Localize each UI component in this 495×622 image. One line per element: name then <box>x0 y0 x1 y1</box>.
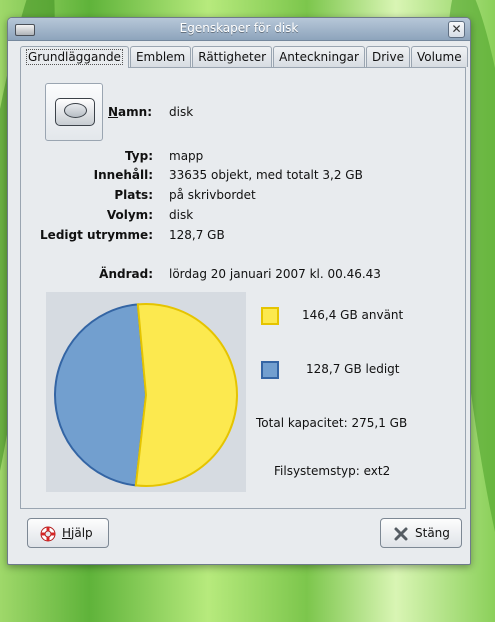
usage-pie-chart <box>54 303 238 487</box>
filesystem-type-text: Filsystemstyp: ext2 <box>274 464 391 478</box>
lifebuoy-icon <box>40 526 56 542</box>
tab-volume[interactable]: Volume <box>410 46 468 67</box>
usage-pie-area <box>46 292 246 492</box>
location-label: Plats: <box>114 188 153 202</box>
close-button-label: Stäng <box>415 526 450 540</box>
used-color-swatch <box>261 307 279 325</box>
basic-panel: Namn: disk Typ: mapp Innehåll: 33635 obj… <box>20 67 466 509</box>
free-legend-text: 128,7 GB ledigt <box>306 362 400 376</box>
contents-label: Innehåll: <box>93 168 153 182</box>
name-value: disk <box>169 105 194 119</box>
volume-value: disk <box>169 208 194 222</box>
pie-slice-used <box>134 303 238 487</box>
free-color-swatch <box>261 361 279 379</box>
close-icon: ✕ <box>451 22 462 36</box>
free-space-label: Ledigt utrymme: <box>40 228 153 242</box>
type-value: mapp <box>169 149 204 163</box>
type-label: Typ: <box>125 149 153 163</box>
tab-rattigheter[interactable]: Rättigheter <box>192 46 273 67</box>
tab-drive[interactable]: Drive <box>365 46 410 67</box>
used-legend-text: 146,4 GB använt <box>302 308 404 322</box>
tab-bar: Grundläggande Emblem Rättigheter Anteckn… <box>20 46 469 68</box>
free-space-value: 128,7 GB <box>169 228 225 242</box>
contents-value: 33635 objekt, med totalt 3,2 GB <box>169 168 363 182</box>
pie-slice-free <box>54 303 148 487</box>
help-button[interactable]: Hjälp <box>27 518 109 548</box>
tab-grundlaggande[interactable]: Grundläggande <box>20 46 129 68</box>
name-label: Namn: <box>108 105 152 119</box>
tab-anteckningar[interactable]: Anteckningar <box>273 46 365 67</box>
close-x-icon <box>394 527 408 541</box>
close-window-button[interactable]: ✕ <box>448 21 465 38</box>
volume-label: Volym: <box>106 208 153 222</box>
location-value: på skrivbordet <box>169 188 256 202</box>
title-bar[interactable]: Egenskaper för disk ✕ <box>8 18 470 41</box>
modified-value: lördag 20 januari 2007 kl. 00.46.43 <box>169 267 381 281</box>
close-button[interactable]: Stäng <box>380 518 462 548</box>
tab-emblem[interactable]: Emblem <box>129 46 192 67</box>
total-capacity-text: Total kapacitet: 275,1 GB <box>256 416 408 430</box>
window-title: Egenskaper för disk <box>179 21 299 35</box>
help-button-label: Hjälp <box>62 526 93 540</box>
modified-label: Ändrad: <box>99 267 153 281</box>
